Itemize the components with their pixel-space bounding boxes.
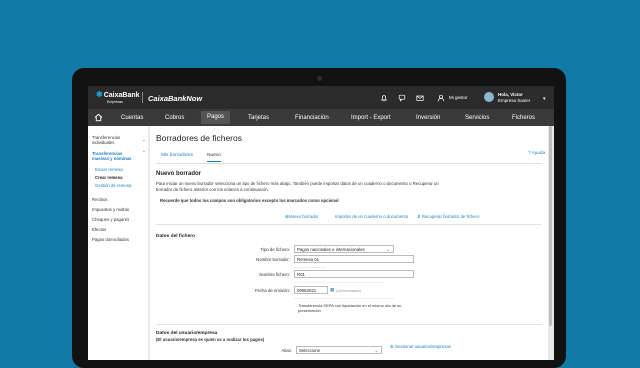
tipo-fichero-value: Pagos nacionales e internacionales (297, 247, 365, 252)
avatar[interactable] (484, 92, 494, 102)
scrollbar[interactable] (549, 126, 552, 326)
download-icon: ⬇ (417, 214, 421, 219)
message-icon[interactable] (398, 94, 406, 102)
caixabank-logo[interactable]: ✱CaixaBank Empresas (96, 91, 140, 106)
help-label: Ayuda (531, 151, 546, 156)
nav-ficheros[interactable]: Ficheros (512, 113, 535, 123)
tab-mis-borradores[interactable]: Mis borradores (161, 153, 193, 158)
logo-sub: Empresas (107, 100, 123, 104)
chevron-down-icon: ⌄ (386, 247, 390, 252)
sidebar: Transferencias individuales ⌄ Transferen… (88, 126, 148, 360)
alias-label: Alias: (281, 348, 292, 353)
nav-servicios[interactable]: Servicios (465, 113, 489, 123)
nombre-borrador-hint: — — — — — — — (294, 265, 326, 269)
manager-icon[interactable] (437, 94, 445, 102)
tipo-fichero-select[interactable]: Pagos nacionales e internacionales ⌄ (294, 245, 394, 253)
divider (156, 324, 542, 325)
sidebar-item-pagos-domiciliados[interactable]: Pagos domiciliados (92, 237, 129, 242)
alias-select[interactable]: Seleccione ⌄ (296, 346, 382, 354)
logo-name: CaixaBank (103, 92, 140, 99)
user-menu[interactable]: Hola, Victor Empresa Sauler (498, 92, 530, 103)
nav-tarjetas[interactable]: Tarjetas (248, 113, 269, 123)
mail-icon[interactable] (416, 94, 424, 102)
section-heading-datos-fichero: Datos del fichero (156, 234, 195, 239)
plus-icon: ⊕ (390, 344, 394, 349)
star-logo-icon: ✱ (96, 90, 103, 99)
nombre-borrador-label: Nombre borrador: (256, 257, 290, 262)
intro-text: Para iniciar un nuevo borrador seleccion… (156, 181, 439, 192)
fecha-format: (dd/mm/aaaa) (336, 288, 361, 293)
chevron-down-icon[interactable]: ▾ (543, 96, 546, 102)
sidebar-item-cheques[interactable]: Cheques y pagarés (92, 217, 129, 222)
chevron-up-icon[interactable]: ⌃ (142, 150, 146, 155)
nav-cuentas[interactable]: Cuentas (121, 113, 143, 123)
help-icon: ? (528, 151, 531, 156)
section-heading-nuevo: Nuevo borrador (156, 171, 202, 177)
new-draft-link[interactable]: ⊕Nuevo borrador (285, 214, 318, 220)
top-bar: ✱CaixaBank Empresas CaixaBankNow Mi gesto… (88, 86, 554, 109)
sidebar-item-recibos[interactable]: Recibos (92, 197, 108, 202)
sidebar-item-efectos[interactable]: Efectos (92, 227, 106, 232)
manage-users-link[interactable]: ⊕ Gestionar usuarios/empresas (390, 344, 451, 350)
sidebar-item-enviar-remesa[interactable]: Enviar remesa (95, 167, 123, 172)
sidebar-item-crear-remesa[interactable]: Crear remesa (95, 175, 122, 180)
nav-pagos[interactable]: Pagos (201, 111, 231, 124)
nav-inversion[interactable]: Inversión (416, 113, 440, 123)
fecha-hint: — — — — — — — — — — — — — — — — — — — — … (294, 296, 395, 300)
divider (142, 92, 143, 103)
tab-divider (156, 163, 542, 164)
app-name: CaixaBankNow (148, 94, 203, 103)
recover-draft-link[interactable]: ⬇ Recuperar borrador de fichero (417, 214, 479, 220)
transfer-option-label[interactable]: Transferencia SEPA con liquidación en el… (298, 303, 418, 313)
recover-draft-label: Recuperar borrador de fichero (421, 214, 480, 219)
fecha-emision-input[interactable]: 09062021 (294, 286, 328, 294)
alias-value: Seleccione (299, 348, 321, 353)
home-icon[interactable] (94, 113, 103, 122)
fecha-emision-label: Fecha de emisión: (254, 288, 290, 293)
new-draft-label: Nuevo borrador (288, 214, 319, 219)
chevron-down-icon: ⌄ (374, 348, 378, 353)
sidebar-item-impuestos[interactable]: Impuestos y multas (92, 207, 129, 212)
sidebar-item-transferencias-masivas[interactable]: Transferencias masivas y nóminas (92, 151, 140, 161)
required-note: Recuerde que todos los campos son obliga… (160, 198, 339, 203)
chevron-down-icon[interactable]: ⌄ (142, 137, 146, 142)
tab-nuevo[interactable]: Nuevo (207, 153, 221, 162)
nombre-fichero-hint: — — — — — — — — — — — — — — — — — — — — (294, 280, 385, 284)
manager-label[interactable]: Mi gestor (449, 95, 468, 100)
manage-users-label: Gestionar usuarios/empresas (394, 344, 451, 349)
user-company: Empresa Sauler (498, 97, 531, 103)
sidebar-item-gestion-remesa[interactable]: Gestión de remesa (95, 183, 131, 188)
app-screen: ✱CaixaBank Empresas CaixaBankNow Mi gesto… (88, 86, 554, 360)
nav-import-export[interactable]: Import - Export (351, 113, 391, 123)
main-nav: Cuentas Cobros Pagos Tarjetas Financiaci… (88, 109, 554, 126)
nombre-fichero-input[interactable]: R01 (294, 270, 414, 278)
nombre-borrador-input[interactable]: Remesa 01 (294, 255, 414, 263)
sidebar-item-transferencias-individuales[interactable]: Transferencias individuales (92, 135, 136, 145)
help-link[interactable]: ? Ayuda (528, 151, 545, 156)
main-content: Borradores de ficheros Mis borradores Nu… (150, 126, 548, 360)
section-heading-datos-usuario: Datos del usuario/empresa (156, 331, 218, 336)
page-title: Borradores de ficheros (156, 133, 242, 143)
datos-usuario-subheading: (El usuario/empresa es quien va a realiz… (156, 337, 265, 342)
nombre-fichero-label: Nombre fichero: (259, 272, 290, 277)
camera (317, 76, 322, 81)
nav-financiacion[interactable]: Financiación (295, 113, 329, 123)
divider (156, 224, 542, 225)
nav-cobros[interactable]: Cobros (165, 113, 184, 123)
calendar-icon[interactable]: ▦ (330, 287, 334, 293)
tipo-fichero-label: Tipo de fichero: (260, 247, 290, 252)
bell-icon[interactable] (380, 94, 388, 102)
import-link[interactable]: Importar de un cuaderno o documento (335, 214, 408, 219)
